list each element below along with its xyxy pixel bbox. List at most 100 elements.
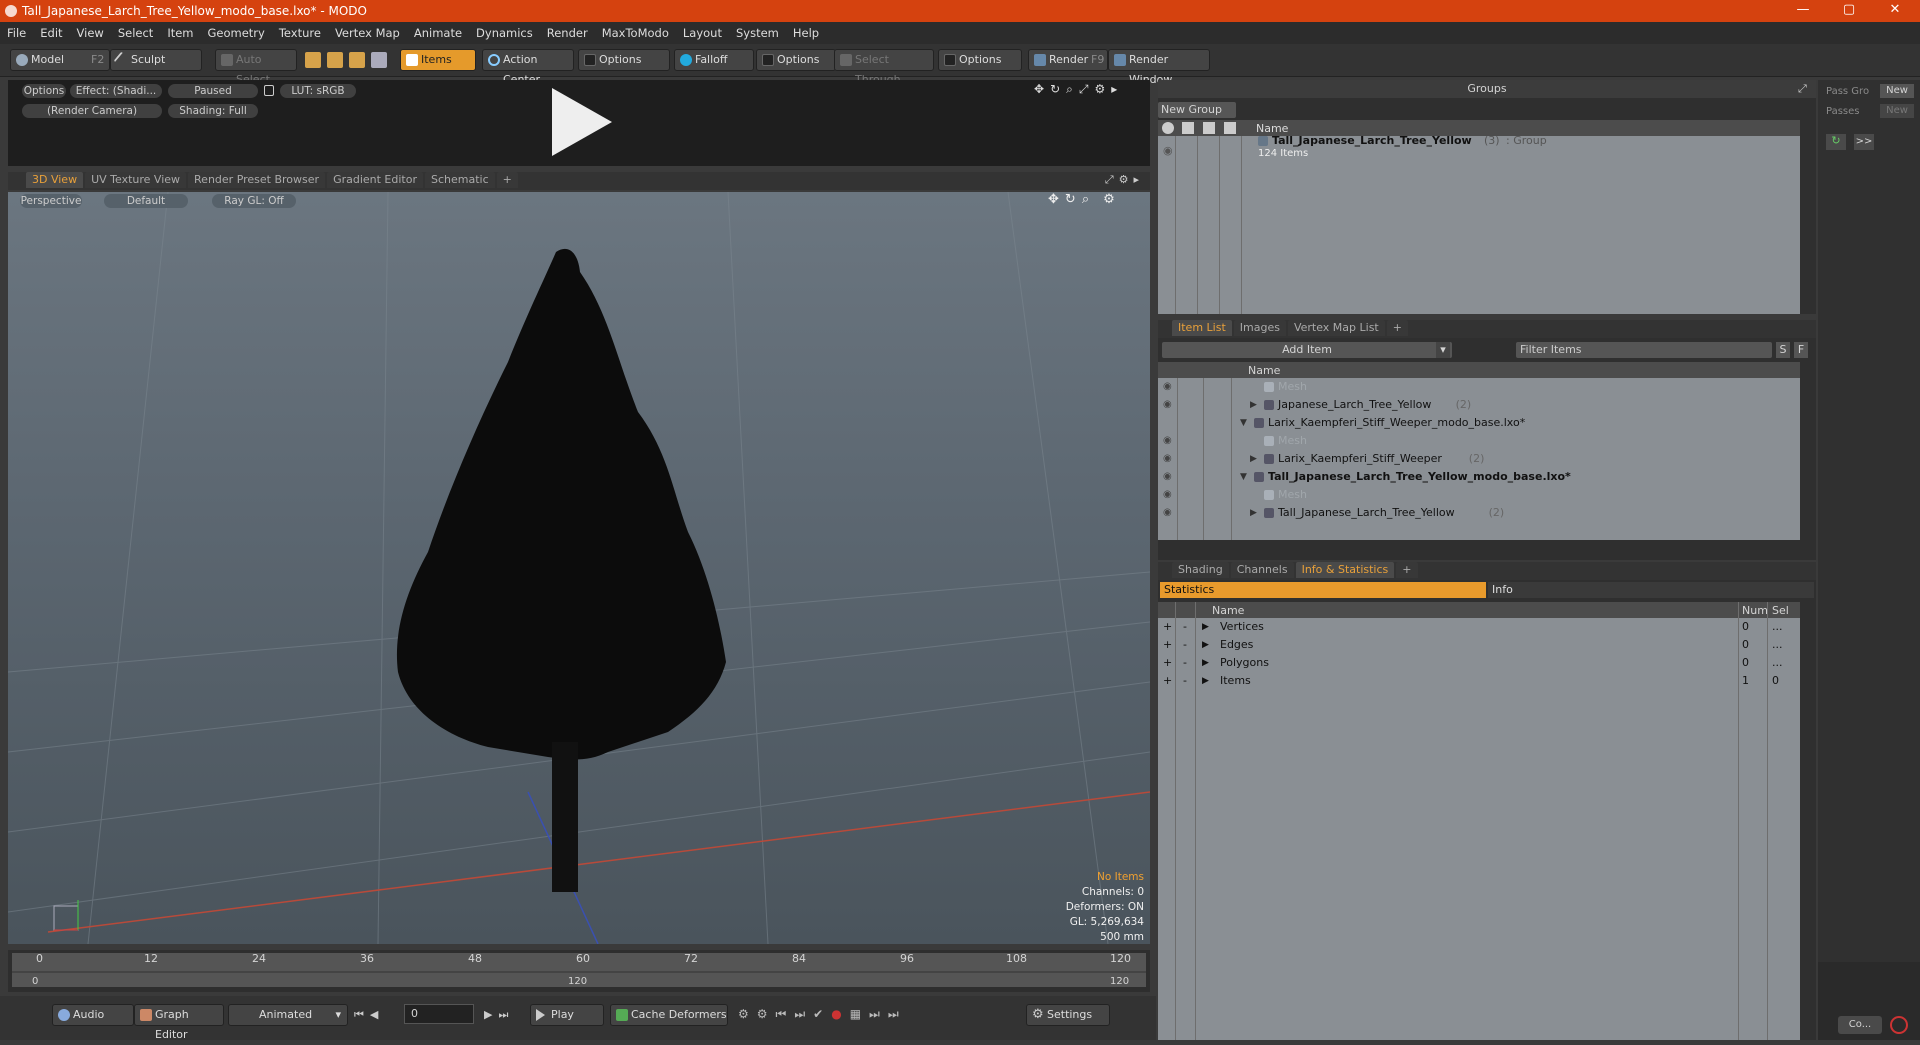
command-input[interactable]: Co...: [1838, 1016, 1882, 1034]
pan-icon[interactable]: ✥: [1048, 192, 1065, 207]
tab-item-list[interactable]: Item List: [1172, 320, 1232, 336]
maximize-icon[interactable]: ⤢: [1798, 82, 1807, 96]
visibility-eye-icon[interactable]: ◉: [1163, 396, 1172, 414]
add-item-button[interactable]: Add Item ▾: [1162, 342, 1452, 358]
move-icon[interactable]: ✥: [1034, 82, 1050, 96]
render-camera-dropdown[interactable]: (Render Camera): [22, 104, 162, 118]
lut-dropdown[interactable]: LUT: sRGB: [280, 84, 356, 98]
expand-plus-icon[interactable]: +: [1163, 654, 1172, 672]
auto-select-button[interactable]: Auto Select: [215, 49, 297, 86]
menu-file[interactable]: File: [0, 22, 33, 40]
key-next-icon[interactable]: ⏭: [794, 1007, 813, 1021]
rotate-icon[interactable]: ↻: [1050, 82, 1066, 96]
vertices-mode-icon[interactable]: [305, 52, 321, 68]
render-options-button[interactable]: Options: [22, 84, 66, 98]
select-options-button[interactable]: Options: [938, 49, 1022, 71]
gear-icon[interactable]: ⚙: [1094, 82, 1111, 96]
play-button[interactable]: Play: [530, 1004, 604, 1026]
tab-info-statistics[interactable]: Info & Statistics: [1295, 562, 1395, 578]
table-row[interactable]: + - ▶ Edges 0...: [1158, 636, 1800, 654]
first-frame-icon[interactable]: ⏮: [354, 1008, 370, 1021]
menu-system[interactable]: System: [729, 22, 786, 40]
select-through-button[interactable]: Select Through: [834, 49, 934, 86]
perspective-dropdown[interactable]: Perspective: [20, 194, 82, 208]
menu-help[interactable]: Help: [786, 22, 826, 40]
zoom-icon[interactable]: ⌕: [1066, 82, 1079, 96]
close-button[interactable]: ✕: [1872, 0, 1918, 22]
expand-plus-icon[interactable]: +: [1163, 636, 1172, 654]
menu-item[interactable]: Item: [160, 22, 200, 40]
raygl-dropdown[interactable]: Ray GL: Off: [212, 194, 296, 208]
list-item[interactable]: ◉ Mesh: [1158, 432, 1800, 450]
table-row[interactable]: + - ▶ Vertices 0...: [1158, 618, 1800, 636]
last-frame-icon[interactable]: ⏭: [498, 1008, 514, 1021]
key-options-icon[interactable]: ▦: [850, 1007, 869, 1021]
menu-texture[interactable]: Texture: [272, 22, 328, 40]
stop-icon[interactable]: [1890, 1016, 1908, 1034]
tab-uv-texture-view[interactable]: UV Texture View: [85, 172, 187, 188]
expand-plus-icon[interactable]: +: [1163, 672, 1172, 690]
expand-button[interactable]: >>: [1854, 134, 1874, 150]
statistics-tab[interactable]: Statistics: [1160, 582, 1486, 598]
tab-channels[interactable]: Channels: [1230, 562, 1294, 578]
shading-style-dropdown[interactable]: Default: [104, 194, 188, 208]
minimize-button[interactable]: —: [1780, 0, 1826, 22]
list-item[interactable]: ◉ ▼ Tall_Japanese_Larch_Tree_Yellow_modo_b…: [1158, 468, 1800, 486]
table-row[interactable]: + - ▶ Polygons 0...: [1158, 654, 1800, 672]
record-icon[interactable]: ●: [831, 1007, 849, 1021]
audio-button[interactable]: Audio: [52, 1004, 134, 1026]
key-jump-icon[interactable]: ⏭: [869, 1007, 888, 1021]
filter-items-input[interactable]: Filter Items: [1516, 342, 1772, 358]
settings-button[interactable]: ⚙ Settings: [1026, 1004, 1110, 1026]
visibility-eye-icon[interactable]: ◉: [1163, 450, 1172, 468]
collapse-minus-icon[interactable]: -: [1183, 654, 1187, 672]
tab-gradient-editor[interactable]: Gradient Editor: [327, 172, 423, 188]
collapse-minus-icon[interactable]: -: [1183, 636, 1187, 654]
statistics-table[interactable]: Name Num Sel + - ▶ Vertices 0... + - ▶ Edges 0...…: [1158, 602, 1800, 1040]
tab-render-preset-browser[interactable]: Render Preset Browser: [188, 172, 326, 188]
render-button[interactable]: Render F9: [1028, 49, 1108, 71]
list-item[interactable]: ◉ ▶ Larix_Kaempferi_Stiff_Weeper (2): [1158, 450, 1800, 468]
render-paused-toggle[interactable]: Paused: [168, 84, 258, 98]
arrow-right-icon[interactable]: ▸: [1111, 82, 1123, 96]
graph-editor-button[interactable]: Graph Editor: [134, 1004, 224, 1041]
tab-3d-view[interactable]: 3D View: [26, 172, 84, 188]
chevron-down-icon[interactable]: ▾: [1436, 342, 1450, 358]
falloff-options-button[interactable]: Options: [756, 49, 836, 71]
visibility-eye-icon[interactable]: ◉: [1163, 468, 1172, 486]
materials-mode-icon[interactable]: [371, 52, 387, 68]
lock-icon[interactable]: [264, 85, 274, 96]
prev-frame-icon[interactable]: ◀: [370, 1008, 384, 1021]
key-auto-icon[interactable]: ⚙: [757, 1007, 776, 1021]
menu-render[interactable]: Render: [540, 22, 595, 40]
menu-dynamics[interactable]: Dynamics: [469, 22, 540, 40]
action-center-button[interactable]: Action Center: [482, 49, 574, 86]
play-render-icon[interactable]: [546, 86, 616, 158]
action-center-options-button[interactable]: Options: [578, 49, 670, 71]
menu-vertex-map[interactable]: Vertex Map: [328, 22, 407, 40]
menu-layout[interactable]: Layout: [676, 22, 729, 40]
table-row[interactable]: + - ▶ Items 1 0: [1158, 672, 1800, 690]
visibility-eye-icon[interactable]: ◉: [1163, 504, 1172, 522]
zoom-icon[interactable]: ⌕: [1082, 192, 1095, 207]
filter-f-button[interactable]: F: [1794, 342, 1808, 358]
tab-vertex-map-list[interactable]: Vertex Map List: [1287, 320, 1385, 336]
tab-schematic[interactable]: Schematic: [425, 172, 495, 188]
group-name[interactable]: Tall_Japanese_Larch_Tree_Yellow: [1272, 134, 1472, 147]
menu-animate[interactable]: Animate: [407, 22, 469, 40]
maximize-icon[interactable]: ⤢: [1079, 82, 1095, 96]
shading-dropdown[interactable]: Shading: Full: [168, 104, 258, 118]
chevron-right-icon[interactable]: ▶: [1202, 618, 1209, 636]
menu-maxtomodo[interactable]: MaxToModo: [595, 22, 676, 40]
key-set-icon[interactable]: ✔: [813, 1007, 831, 1021]
visibility-eye-icon[interactable]: ◉: [1163, 486, 1172, 504]
key-icon[interactable]: ⚙: [738, 1007, 757, 1021]
chevron-right-icon[interactable]: ▶: [1202, 672, 1209, 690]
current-frame-input[interactable]: 0: [404, 1004, 474, 1024]
chevron-down-icon[interactable]: ▼: [1240, 468, 1247, 486]
3d-viewport[interactable]: Perspective Default Ray GL: Off ✥↻⌕ ⚙ No …: [8, 192, 1150, 944]
filter-s-button[interactable]: S: [1776, 342, 1790, 358]
list-item[interactable]: ▼ Larix_Kaempferi_Stiff_Weeper_modo_base.…: [1158, 414, 1800, 432]
list-item[interactable]: ◉ ▶ Japanese_Larch_Tree_Yellow (2): [1158, 396, 1800, 414]
tab-shading[interactable]: Shading: [1172, 562, 1229, 578]
